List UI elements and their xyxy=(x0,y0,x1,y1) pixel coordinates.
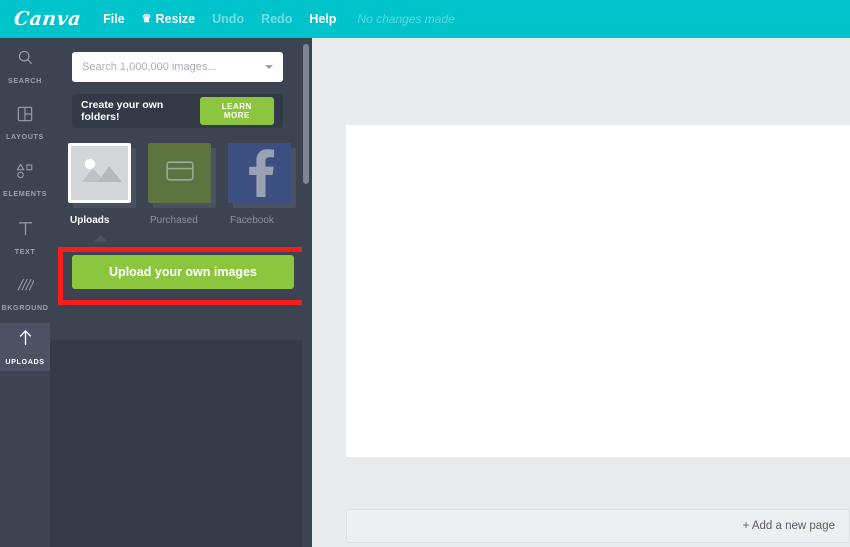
menu-item-resize[interactable]: ♛ Resize xyxy=(142,12,195,26)
crown-icon: ♛ xyxy=(141,12,152,25)
selected-folder-caret-icon xyxy=(94,235,108,242)
sidebar-item-search[interactable]: SEARCH xyxy=(0,38,50,95)
canva-logo[interactable]: Canva xyxy=(13,8,82,30)
menu-item-file[interactable]: File xyxy=(103,12,125,26)
workspace-area: + Add a new page xyxy=(312,38,850,547)
menu-item-help[interactable]: Help xyxy=(309,12,336,26)
learn-more-button[interactable]: LEARN MORE xyxy=(199,97,274,125)
folder-label-facebook: Facebook xyxy=(230,215,274,226)
folder-item-uploads[interactable]: Uploads xyxy=(68,143,136,226)
add-new-page-button[interactable]: + Add a new page xyxy=(346,509,850,543)
menu-item-redo[interactable]: Redo xyxy=(261,12,292,26)
sidebar-item-elements[interactable]: ELEMENTS xyxy=(0,152,50,209)
menu-item-undo-label: Undo xyxy=(212,12,245,26)
upload-arrow-icon xyxy=(17,329,34,352)
folder-thumbnail-purchased[interactable] xyxy=(148,143,216,208)
elements-icon xyxy=(16,163,34,184)
folder-thumbnail-uploads[interactable] xyxy=(68,143,136,208)
folder-label-purchased: Purchased xyxy=(150,215,198,226)
search-icon xyxy=(17,49,34,71)
image-placeholder-icon xyxy=(78,154,122,193)
canva-editor: Canva File ♛ Resize Undo Redo Help No ch… xyxy=(0,0,850,547)
folder-list: Uploads Purchased Facebook xyxy=(68,143,296,226)
sidebar-item-background-label: BKGROUND xyxy=(1,302,49,312)
sidebar-item-search-label: SEARCH xyxy=(8,75,42,85)
search-input-placeholder: Search 1,000,000 images... xyxy=(82,61,217,73)
sidebar-item-uploads[interactable]: UPLOADS xyxy=(0,323,50,371)
upload-your-own-images-button[interactable]: Upload your own images xyxy=(72,255,294,289)
credit-card-icon xyxy=(165,160,194,186)
folder-item-purchased[interactable]: Purchased xyxy=(148,143,216,226)
design-canvas-page[interactable] xyxy=(346,125,850,457)
top-menu-bar: Canva File ♛ Resize Undo Redo Help No ch… xyxy=(0,0,850,38)
sidebar-item-text[interactable]: TEXT xyxy=(0,209,50,266)
create-folders-text: Create your own folders! xyxy=(81,99,164,123)
folder-thumbnail-facebook[interactable] xyxy=(228,143,296,208)
create-folders-banner: Create your own folders! LEARN MORE xyxy=(72,94,283,128)
folder-tile-purchased[interactable] xyxy=(148,143,211,203)
panel-scrollbar-thumb[interactable] xyxy=(303,44,309,184)
text-icon xyxy=(17,220,34,242)
left-icon-rail: SEARCH LAYOUTS ELEMENTS TEXT BKGROUND UP… xyxy=(0,38,50,547)
facebook-icon xyxy=(243,145,277,202)
layouts-icon xyxy=(17,106,33,127)
sidebar-item-uploads-label: UPLOADS xyxy=(5,356,45,366)
menu-item-file-label: File xyxy=(103,12,125,26)
search-input[interactable]: Search 1,000,000 images... xyxy=(72,52,283,82)
menu-item-undo[interactable]: Undo xyxy=(212,12,244,26)
uploads-empty-area xyxy=(50,340,312,547)
folder-tile-facebook[interactable] xyxy=(228,143,291,203)
add-new-page-label: + Add a new page xyxy=(742,520,835,532)
background-icon xyxy=(17,278,35,298)
folder-item-facebook[interactable]: Facebook xyxy=(228,143,296,226)
menu-item-help-label: Help xyxy=(309,12,337,26)
uploads-panel: Search 1,000,000 images... Create your o… xyxy=(50,38,312,547)
menu-item-redo-label: Redo xyxy=(261,12,293,26)
save-status-text: No changes made xyxy=(357,12,455,26)
sidebar-item-text-label: TEXT xyxy=(14,246,36,256)
sidebar-item-background[interactable]: BKGROUND xyxy=(0,266,50,323)
folder-tile-uploads[interactable] xyxy=(68,143,131,203)
sidebar-item-elements-label: ELEMENTS xyxy=(3,189,47,198)
sidebar-item-layouts-label: LAYOUTS xyxy=(6,132,44,141)
menu-item-resize-label: Resize xyxy=(155,12,196,26)
sidebar-item-layouts[interactable]: LAYOUTS xyxy=(0,95,50,152)
chevron-down-icon[interactable] xyxy=(265,65,273,69)
folder-label-uploads: Uploads xyxy=(70,215,110,226)
